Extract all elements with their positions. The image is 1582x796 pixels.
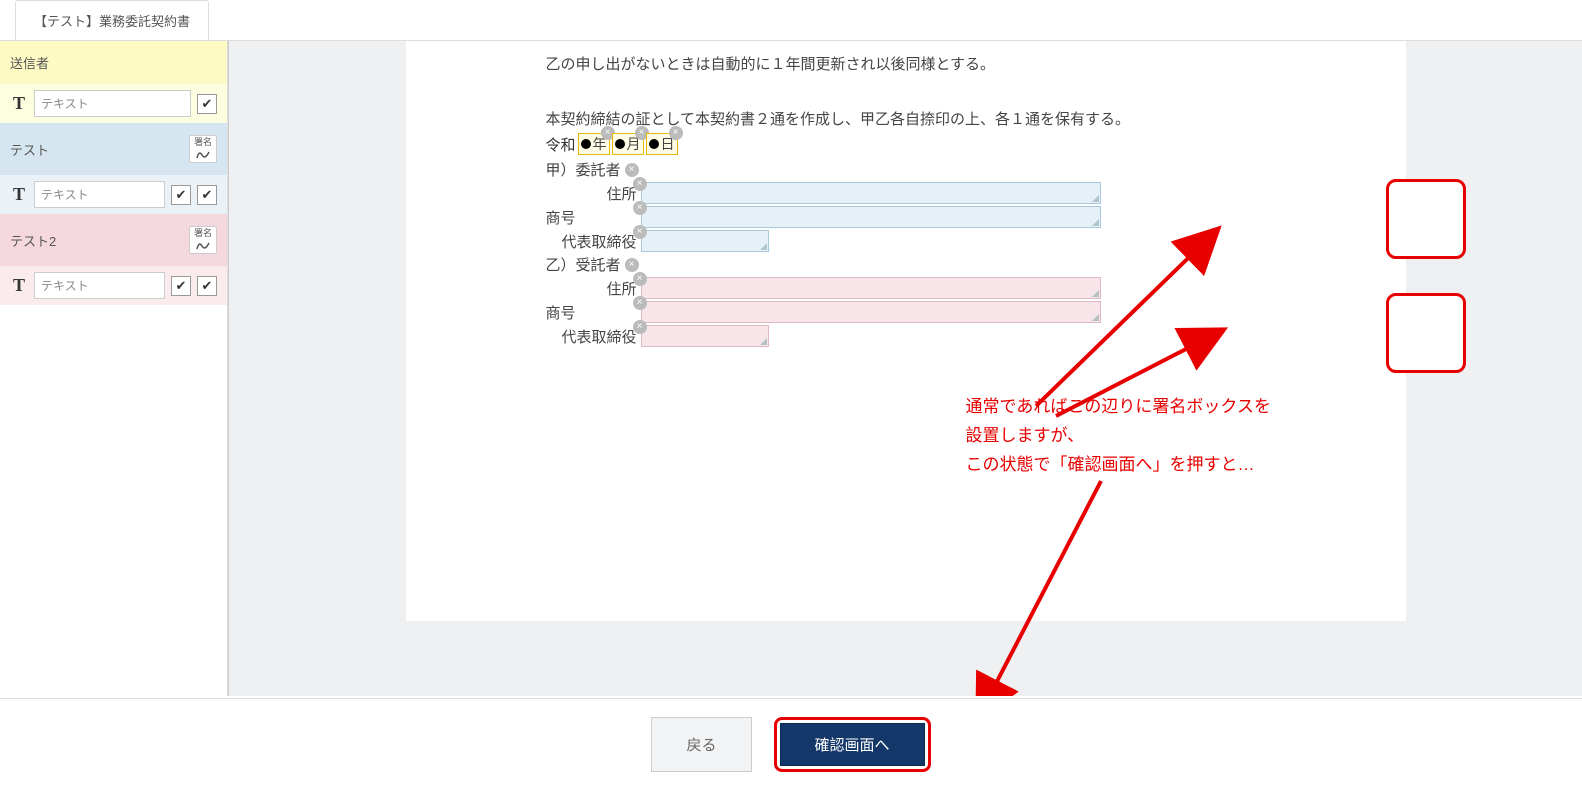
confirm-button-highlight: 確認画面へ	[774, 717, 931, 772]
signature-tool-icon[interactable]: 署名	[189, 226, 217, 254]
confirm-button[interactable]: 確認画面へ	[780, 723, 925, 766]
sidebar: 送信者 T テキスト テスト 署名 T	[0, 41, 228, 696]
party2-address-input[interactable]: ×	[641, 277, 1101, 299]
party2-rep-input[interactable]: ×	[641, 325, 769, 347]
close-icon[interactable]: ×	[633, 296, 647, 310]
company-label: 商号	[546, 302, 596, 323]
sidebar-field-row[interactable]: T テキスト	[0, 84, 227, 123]
contract-date-row: 令和 ×年 ×月 ×日	[546, 133, 1266, 155]
party1-company-input[interactable]: ×	[641, 206, 1101, 228]
contract-text: 本契約締結の証として本契約書２通を作成し、甲乙各自捺印の上、各１通を保有する。	[546, 106, 1266, 133]
representative-label: 代表取締役	[546, 326, 641, 347]
field-checkbox[interactable]	[197, 94, 217, 114]
field-checkbox[interactable]	[197, 185, 217, 205]
close-icon[interactable]: ×	[625, 258, 639, 272]
close-icon[interactable]: ×	[625, 163, 639, 177]
year-input[interactable]: ×年	[578, 133, 610, 155]
field-label: テキスト	[34, 181, 165, 208]
sidebar-field-row[interactable]: T テキスト	[0, 266, 227, 305]
signature-box-placeholder	[1386, 293, 1466, 373]
text-type-icon: T	[10, 93, 28, 114]
field-checkbox[interactable]	[171, 185, 191, 205]
representative-label: 代表取締役	[546, 231, 641, 252]
annotation-arrow	[961, 471, 1121, 696]
footer-actions: 戻る 確認画面へ	[0, 698, 1582, 796]
field-label: テキスト	[34, 272, 165, 299]
address-label: 住所	[546, 183, 641, 204]
section-title: 送信者	[10, 53, 49, 72]
day-input[interactable]: ×日	[646, 133, 678, 155]
document-tab[interactable]: 【テスト】業務委託契約書	[15, 0, 209, 40]
close-icon[interactable]: ×	[633, 320, 647, 334]
text-type-icon: T	[10, 275, 28, 296]
party1-rep-input[interactable]: ×	[641, 230, 769, 252]
contract-text: 乙の申し出がないときは自動的に１年間更新され以後同様とする。	[546, 51, 1266, 78]
field-label: テキスト	[34, 90, 191, 117]
close-icon[interactable]: ×	[669, 126, 683, 140]
sidebar-section-test: テスト 署名	[0, 123, 227, 175]
close-icon[interactable]: ×	[633, 272, 647, 286]
address-label: 住所	[546, 278, 641, 299]
document-page: 乙の申し出がないときは自動的に１年間更新され以後同様とする。 本契約締結の証とし…	[406, 41, 1406, 621]
sidebar-section-test2: テスト2 署名	[0, 214, 227, 266]
text-type-icon: T	[10, 184, 28, 205]
sidebar-section-sender: 送信者	[0, 41, 227, 84]
field-checkbox[interactable]	[171, 276, 191, 296]
signature-tool-icon[interactable]: 署名	[189, 135, 217, 163]
era-label: 令和	[546, 134, 576, 155]
annotation-text: 通常であればこの辺りに署名ボックスを 設置しますが、 この状態で「確認画面へ」を…	[966, 393, 1386, 480]
party1-address-input[interactable]: ×	[641, 182, 1101, 204]
document-canvas[interactable]: 乙の申し出がないときは自動的に１年間更新され以後同様とする。 本契約締結の証とし…	[228, 41, 1582, 696]
company-label: 商号	[546, 207, 596, 228]
back-button[interactable]: 戻る	[651, 717, 751, 772]
month-input[interactable]: ×月	[612, 133, 644, 155]
party2-company-input[interactable]: ×	[641, 301, 1101, 323]
section-title: テスト	[10, 140, 49, 159]
close-icon[interactable]: ×	[633, 225, 647, 239]
signature-box-placeholder	[1386, 179, 1466, 259]
tab-title: 【テスト】業務委託契約書	[34, 14, 190, 29]
sidebar-field-row[interactable]: T テキスト	[0, 175, 227, 214]
close-icon[interactable]: ×	[633, 201, 647, 215]
party1-heading: 甲）委託者	[546, 159, 621, 180]
party2-heading: 乙）受託者	[546, 254, 621, 275]
close-icon[interactable]: ×	[633, 177, 647, 191]
field-checkbox[interactable]	[197, 276, 217, 296]
section-title: テスト2	[10, 231, 56, 250]
